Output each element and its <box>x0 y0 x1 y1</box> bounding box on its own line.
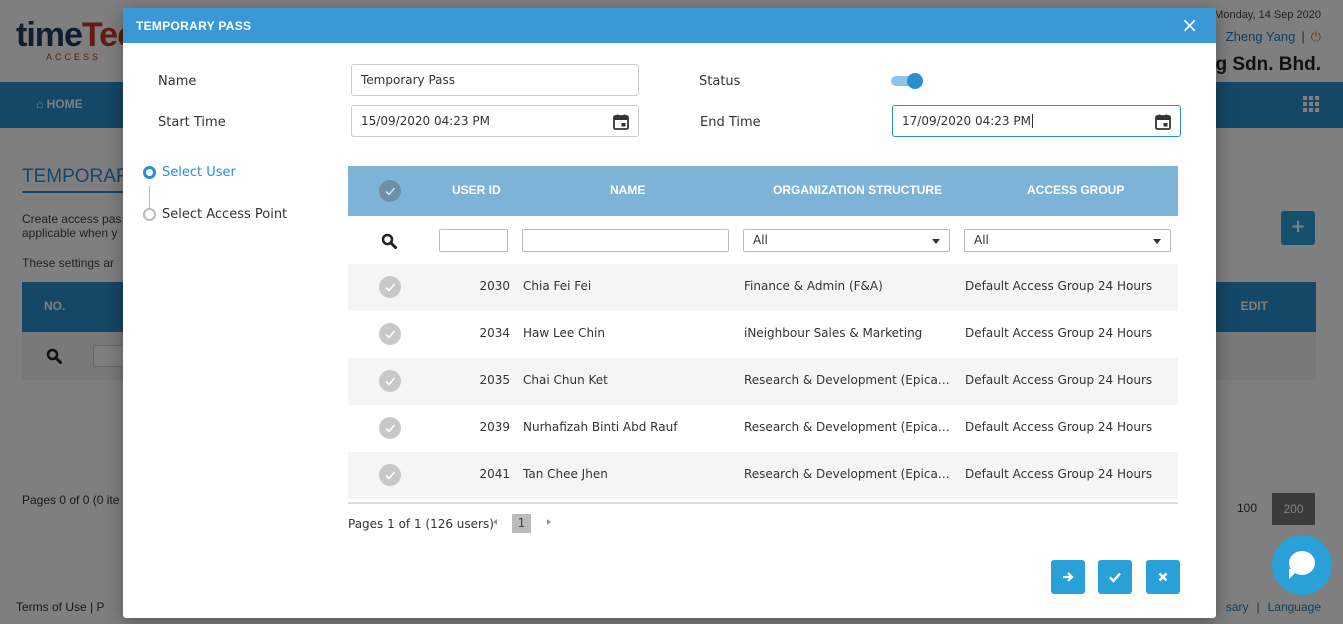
calendar-icon[interactable] <box>1155 114 1171 130</box>
row-checkbox[interactable] <box>379 276 401 298</box>
table-row[interactable]: 2030 Chia Fei Fei Finance & Admin (F&A) … <box>348 264 1178 311</box>
cell-organization: Finance & Admin (F&A) <box>744 279 883 293</box>
table-row[interactable]: 2041 Tan Chee Jhen Research & Developmen… <box>348 452 1178 499</box>
save-button[interactable] <box>1098 560 1132 594</box>
row-checkbox[interactable] <box>379 323 401 345</box>
pager-prev-icon[interactable] <box>493 519 497 525</box>
row-checkbox[interactable] <box>379 370 401 392</box>
status-toggle[interactable] <box>891 73 923 89</box>
close-icon[interactable]: × <box>1181 14 1198 36</box>
cell-user-id: 2039 <box>479 420 510 434</box>
column-access-group[interactable]: ACCESS GROUP <box>1027 183 1124 197</box>
cancel-button[interactable] <box>1146 560 1180 594</box>
cell-user-id: 2041 <box>479 467 510 481</box>
check-icon <box>1109 572 1121 583</box>
column-user-id[interactable]: USER ID <box>452 183 501 197</box>
pager-page-1[interactable]: 1 <box>512 514 531 533</box>
pager-info: Pages 1 of 1 (126 users) <box>348 517 494 531</box>
temporary-pass-modal: TEMPORARY PASS × Name Temporary Pass Sta… <box>123 8 1216 618</box>
start-time-label: Start Time <box>158 115 226 130</box>
step-label: Select Access Point <box>162 207 288 222</box>
chevron-down-icon <box>932 239 940 244</box>
column-name[interactable]: NAME <box>610 183 645 197</box>
cell-access-group: Default Access Group 24 Hours <box>965 420 1153 434</box>
text-cursor <box>1031 114 1033 128</box>
check-icon <box>385 471 396 480</box>
column-organization-structure[interactable]: ORGANIZATION STRUCTURE <box>773 183 942 197</box>
cell-organization: Research & Development (Epicamera) <box>744 467 952 481</box>
start-time-value: 15/09/2020 04:23 PM <box>361 114 490 128</box>
step-indicator-active <box>143 166 156 179</box>
check-icon <box>385 283 396 292</box>
cell-user-id: 2035 <box>479 373 510 387</box>
row-checkbox[interactable] <box>379 464 401 486</box>
arrow-right-icon <box>1063 572 1074 582</box>
grid-header: USER ID NAME ORGANIZATION STRUCTURE ACCE… <box>348 166 1178 216</box>
cell-user-id: 2030 <box>479 279 510 293</box>
table-row[interactable]: 2034 Haw Lee Chin iNeighbour Sales & Mar… <box>348 311 1178 358</box>
cell-access-group: Default Access Group 24 Hours <box>965 373 1153 387</box>
name-input[interactable]: Temporary Pass <box>351 64 639 96</box>
cell-organization: Research & Development (Epicamera) <box>744 373 952 387</box>
cell-user-id: 2034 <box>479 326 510 340</box>
modal-header: TEMPORARY PASS × <box>123 8 1216 43</box>
row-checkbox[interactable] <box>379 417 401 439</box>
table-row[interactable]: 2035 Chai Chun Ket Research & Developmen… <box>348 358 1178 405</box>
step-indicator <box>143 208 156 221</box>
calendar-icon[interactable] <box>613 114 629 130</box>
table-row[interactable]: 2039 Nurhafizah Binti Abd Rauf Research … <box>348 405 1178 452</box>
cell-name: Chai Chun Ket <box>523 373 608 387</box>
cell-name: Chia Fei Fei <box>523 279 592 293</box>
chat-button[interactable] <box>1272 535 1332 595</box>
check-icon <box>385 187 396 196</box>
cell-name: Tan Chee Jhen <box>523 467 608 481</box>
end-time-value: 17/09/2020 04:23 PM <box>902 114 1031 128</box>
cell-access-group: Default Access Group 24 Hours <box>965 467 1153 481</box>
access-group-filter-select[interactable]: All <box>964 229 1171 252</box>
name-filter-input[interactable] <box>522 229 729 252</box>
close-icon <box>1158 572 1168 582</box>
organization-filter-select[interactable]: All <box>743 229 950 252</box>
modal-title: TEMPORARY PASS <box>136 19 252 33</box>
check-icon <box>385 424 396 433</box>
end-time-input[interactable]: 17/09/2020 04:23 PM <box>892 105 1181 137</box>
search-icon <box>381 233 397 249</box>
cell-organization: Research & Development (Epicamera) <box>744 420 952 434</box>
cell-access-group: Default Access Group 24 Hours <box>965 326 1153 340</box>
cell-name: Haw Lee Chin <box>523 326 605 340</box>
start-time-input[interactable]: 15/09/2020 04:23 PM <box>351 105 639 137</box>
user-grid: USER ID NAME ORGANIZATION STRUCTURE ACCE… <box>348 166 1178 504</box>
select-all-checkbox[interactable] <box>379 180 401 202</box>
end-time-label: End Time <box>700 115 761 130</box>
cell-organization: iNeighbour Sales & Marketing <box>744 326 923 340</box>
cell-access-group: Default Access Group 24 Hours <box>965 279 1153 293</box>
next-button[interactable] <box>1051 560 1085 594</box>
name-label: Name <box>158 74 197 89</box>
cell-name: Nurhafizah Binti Abd Rauf <box>523 420 678 434</box>
grid-filter-row: All All <box>348 216 1178 264</box>
step-label: Select User <box>162 165 236 180</box>
grid-bottom-border <box>348 502 1178 504</box>
user-id-filter-input[interactable] <box>439 229 508 252</box>
pager-next-icon[interactable] <box>547 519 551 525</box>
chevron-down-icon <box>1153 239 1161 244</box>
status-label: Status <box>699 74 741 89</box>
check-icon <box>385 377 396 386</box>
check-icon <box>385 330 396 339</box>
